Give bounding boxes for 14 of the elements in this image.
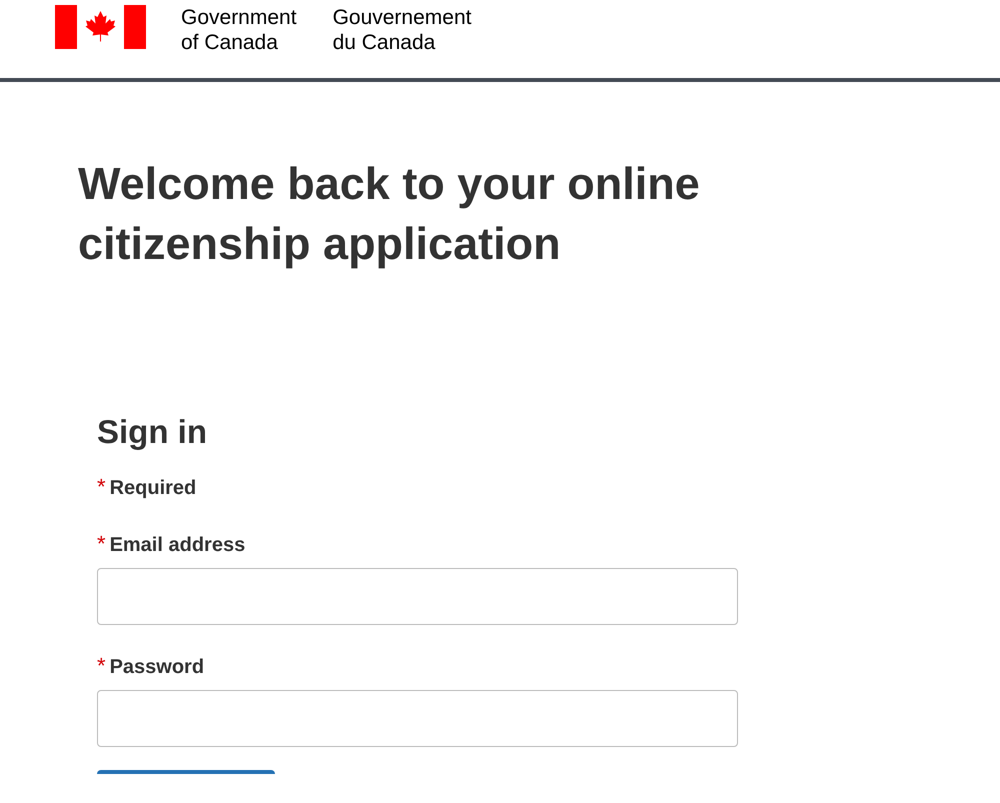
required-mark: * (97, 472, 106, 501)
submit-button[interactable] (97, 770, 275, 774)
input-field[interactable] (97, 568, 738, 625)
required-legend: Required (110, 472, 196, 503)
field-label: Email address (110, 532, 246, 558)
required-mark: * (97, 530, 106, 558)
government-of-canada-text: Government of Canada (181, 5, 297, 55)
gouvernement-du-canada-text: Gouvernement du Canada (332, 5, 472, 55)
flag-icon (55, 5, 146, 49)
page-heading: Welcome back to your online citizenship application (78, 157, 701, 271)
form-title: Sign in (97, 412, 208, 452)
field-label: Password (110, 654, 204, 680)
input-field[interactable] (97, 690, 738, 747)
required-mark: * (97, 652, 106, 680)
